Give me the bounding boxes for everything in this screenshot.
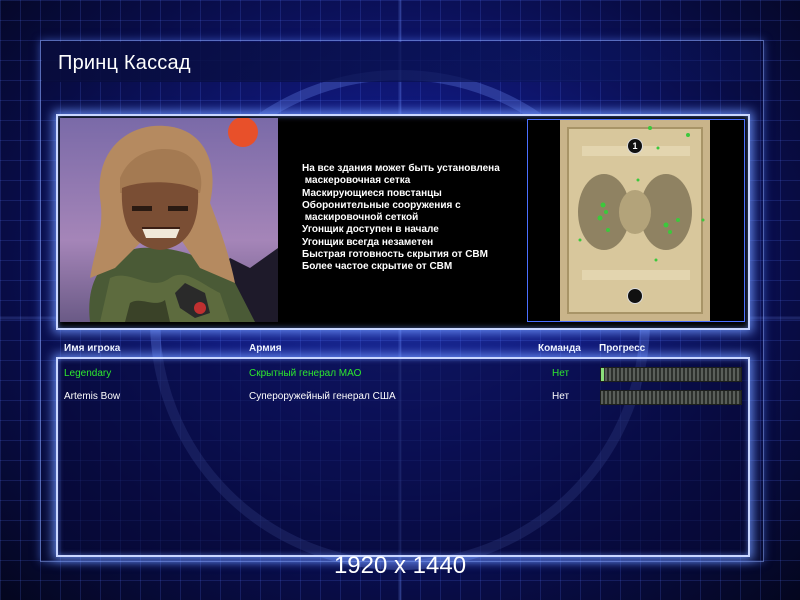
column-header-progress: Прогресс [599,343,646,354]
column-header-player: Имя игрока [64,343,121,354]
player-name: Legendary [64,368,112,379]
general-feature-item: Более частое скрытие от СВМ [302,261,453,273]
general-features-list: На все здания может быть установлена мас… [302,163,522,274]
map-preview[interactable]: 1 [527,119,745,322]
general-feature-item: маскеровочная сетка [302,175,411,187]
general-feature-item: Маскирующиеся повстанцы [302,187,442,199]
column-header-team: Команда [538,343,581,354]
general-feature-item: маскировочной сеткой [302,212,419,224]
progress-bar [600,367,742,382]
general-portrait-image [60,118,278,322]
player-army: Супероружейный генерал США [249,391,396,402]
general-feature-item: Угонщик всегда незаметен [302,236,434,248]
progress-bar-fill [601,368,604,381]
general-feature-item: Оборонительные сооружения с [302,199,461,211]
start-position-1-marker[interactable]: 1 [627,138,643,154]
player-army: Скрытный генерал МАО [249,368,362,379]
start-position-2-marker[interactable] [627,288,643,304]
player-team: Нет [552,368,570,379]
progress-bar [600,390,742,405]
resolution-label: 1920 x 1440 [333,552,467,579]
general-feature-item: Быстрая готовность скрытия от СВМ [302,249,488,261]
player-name: Artemis Bow [64,391,121,402]
general-feature-item: Угонщик доступен в начале [302,224,439,236]
page-title: Принц Кассад [58,52,191,74]
column-header-army: Армия [249,343,282,354]
general-feature-item: На все здания может быть установлена [302,163,500,174]
player-team: Нет [552,391,570,402]
